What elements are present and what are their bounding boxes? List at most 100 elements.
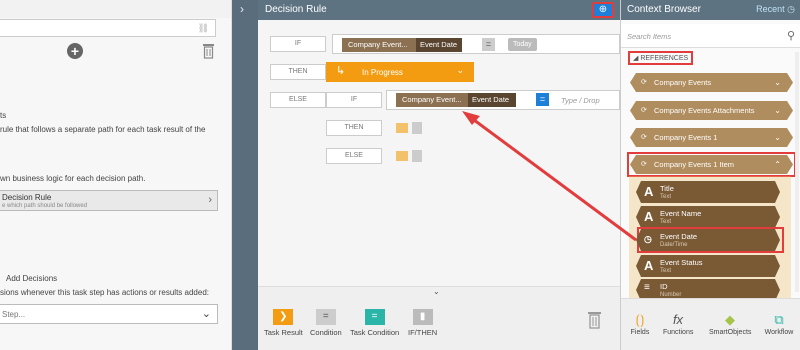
tool-label: IF/THEN [408,328,438,337]
field-chip-company-event-2[interactable]: Company Event... Event Date [396,93,516,107]
toolbox: ⌄ ❯ Task Result = Condition = Task Condi… [258,286,620,350]
number-field-icon: ≡ [644,282,650,293]
field-event-date[interactable]: ◷ Event Date Date/Time [636,229,780,251]
tool-label: Task Condition [350,328,400,337]
condition-icon: = [315,309,336,325]
trash-icon[interactable] [588,311,601,329]
chevron-right-icon[interactable]: › [240,2,244,16]
clock-icon: ◷ [787,4,795,14]
fields-icon: ⟮⟯ [635,312,645,327]
editor-title: Decision Rule [265,4,327,15]
task-condition-icon: = [364,309,385,325]
chevron-down-icon: ⌄ [201,308,211,320]
step-select[interactable]: Step... ⌄ [0,304,218,324]
field-name: ID [660,282,668,291]
drop-placeholder[interactable]: Type / Drop [561,96,600,105]
section-text: ts [0,111,7,120]
tab-label: Functions [663,329,694,336]
browser-tabs: ⟮⟯ Fields fx Functions ◆ SmartObjects ⧉ … [621,298,800,350]
reference-icon: ⟳ [641,161,647,168]
chip-object: Company Event... [402,95,462,104]
add-context-button[interactable]: ⊕ [592,2,614,18]
group-label: Company Events [654,78,712,87]
in-progress-result[interactable]: ↳ In Progress ⌄ [326,62,474,82]
context-browser-title: Context Browser [627,4,701,15]
empty-else-slot[interactable] [396,149,426,163]
field-name: Event Status [660,258,703,267]
tab-label: SmartObjects [709,329,752,336]
chevron-down-icon[interactable]: ⌄ [433,287,440,296]
field-type: Text [660,219,672,225]
chevron-down-icon: ⌄ [774,133,781,142]
tab-functions[interactable]: fx Functions [663,311,693,336]
add-decisions-label: Add Decisions [6,274,58,283]
search-input[interactable]: Search Items ⚲ [621,24,800,48]
field-title[interactable]: A Title Text [636,181,780,203]
equals-operator[interactable]: = [536,93,549,106]
references-label: REFERENCES [640,55,689,62]
tab-fields[interactable]: ⟮⟯ Fields [627,311,653,336]
nested-if-label: IF [326,92,382,108]
references-header[interactable]: ◢ REFERENCES [628,51,694,65]
group-company-events-1-item[interactable]: ⟳ Company Events 1 Item ⌃ [630,155,793,174]
nested-then-label: THEN [326,120,382,136]
recent-label: Recent [756,4,785,14]
context-browser-header: Context Browser Recent ◷ [621,0,800,20]
field-type: Text [660,268,672,274]
field-event-status[interactable]: A Event Status Text [636,255,780,277]
link-icon[interactable]: ⛓ [198,23,209,34]
chevron-up-icon: ⌃ [774,160,781,169]
name-input[interactable]: ⛓ [0,19,216,37]
group-label: Company Events 1 [654,133,718,142]
search-icon[interactable]: ⚲ [787,29,795,42]
task-properties-panel: ⛓ + ts rule that follows a separate path… [0,0,232,350]
add-icon[interactable]: + [67,43,83,59]
condition-tool[interactable]: = Condition [310,309,342,337]
description-text-2: wn business logic for each decision path… [0,174,146,183]
group-label: Company Events Attachments [654,106,755,115]
reference-icon: ⟳ [641,134,647,141]
task-result-tool[interactable]: ❯ Task Result [264,309,303,337]
today-value[interactable]: Today [508,38,537,51]
calendar-clock-icon: ◷ [644,234,652,244]
reference-icon: ⟳ [641,107,647,114]
chip-field: Event Date [416,38,462,52]
collapse-strip[interactable]: › [232,0,258,350]
tool-label: Task Result [264,328,303,337]
text-field-icon: A [644,258,654,273]
group-company-events-1[interactable]: ⟳ Company Events 1 ⌄ [630,128,793,147]
chip-field: Event Date [468,93,516,107]
decision-rule-subtitle: e which path should be followed [2,203,88,209]
empty-then-slot[interactable] [396,121,426,135]
description-text: rule that follows a separate path for ea… [0,125,206,134]
text-field-icon: A [644,209,654,224]
tab-workflow[interactable]: ⧉ Workflow [763,311,795,336]
add-decisions-text: sions whenever this task step has action… [0,288,209,297]
scrollbar[interactable] [795,52,799,292]
recent-link[interactable]: Recent ◷ [756,4,795,15]
chevron-down-icon: ⌄ [774,78,781,87]
else-label: ELSE [270,92,326,108]
chevron-down-icon[interactable]: ⌄ [456,65,464,76]
decision-rule-option[interactable]: Decision Rule e which path should be fol… [0,190,218,211]
task-condition-tool[interactable]: = Task Condition [350,309,399,337]
tab-smartobjects[interactable]: ◆ SmartObjects [709,311,751,336]
trash-icon[interactable] [203,43,214,59]
chip-object: Company Event... [348,40,408,49]
field-chip-company-event[interactable]: Company Event... Event Date [342,38,462,52]
field-event-name[interactable]: A Event Name Text [636,206,780,228]
group-company-events[interactable]: ⟳ Company Events ⌄ [630,73,793,92]
tab-label: Workflow [764,329,794,336]
equals-operator[interactable]: = [482,38,495,51]
search-placeholder: Search Items [627,32,672,41]
decision-rule-title: Decision Rule [2,193,52,202]
chevron-right-icon: › [208,194,212,206]
group-company-events-attachments[interactable]: ⟳ Company Events Attachments ⌄ [630,101,793,120]
if-then-icon: ▮ [412,309,433,325]
chevron-down-icon: ⌄ [774,106,781,115]
field-name: Event Name [660,209,702,218]
decision-rule-editor: Decision Rule ⊕ IF Company Event... Even… [258,0,620,350]
if-then-tool[interactable]: ▮ IF/THEN [408,309,437,337]
branch-arrow-icon: ↳ [336,65,346,77]
step-placeholder: Step... [2,310,26,319]
